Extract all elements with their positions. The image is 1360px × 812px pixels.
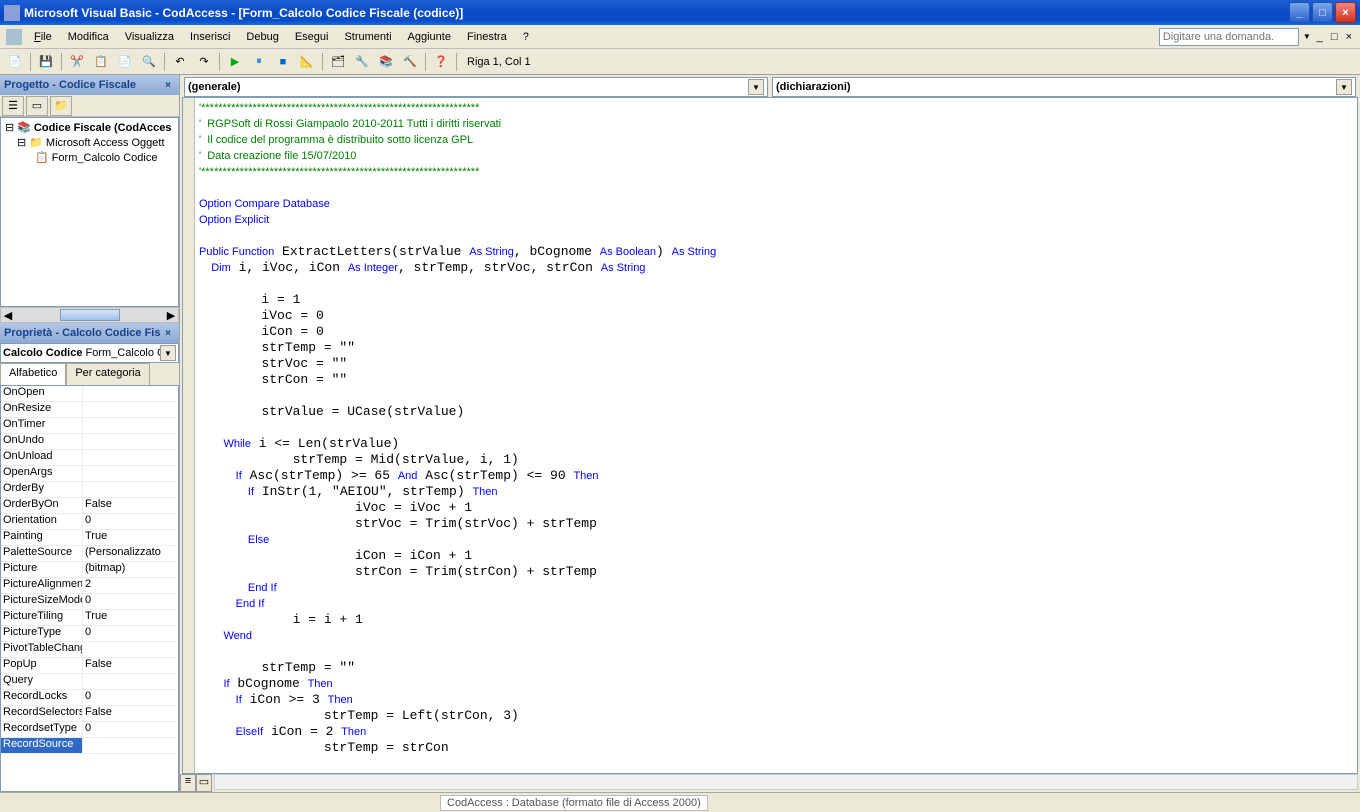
project-tree[interactable]: ⊟📚Codice Fiscale (CodAcces ⊟📁Microsoft A… (0, 117, 179, 307)
project-explorer-button[interactable]: 🗂 (327, 51, 349, 73)
mdi-restore-button[interactable]: _ (1315, 31, 1325, 43)
property-row[interactable]: OnUnload (1, 450, 178, 466)
menu-modifica[interactable]: Modifica (60, 28, 117, 46)
undo-button[interactable]: ↶ (169, 51, 191, 73)
property-row[interactable]: PaintingTrue (1, 530, 178, 546)
menu-esegui[interactable]: Esegui (287, 28, 337, 46)
properties-close-button[interactable]: × (161, 326, 175, 340)
menubar: FFileile Modifica Visualizza Inserisci D… (0, 25, 1360, 49)
object-combo[interactable]: (generale) ▼ (184, 77, 768, 97)
close-button[interactable]: × (1335, 2, 1356, 23)
window-title: Microsoft Visual Basic - CodAccess - [Fo… (24, 6, 1289, 20)
procedure-view-button[interactable]: ▭ (196, 774, 212, 792)
menu-strumenti[interactable]: Strumenti (336, 28, 399, 46)
property-row[interactable]: RecordSelectorsFalse (1, 706, 178, 722)
cut-button[interactable]: ✂️ (66, 51, 88, 73)
property-row[interactable]: PictureAlignmen2 (1, 578, 178, 594)
design-mode-button[interactable]: 📐 (296, 51, 318, 73)
pause-button[interactable]: ⏸ (248, 51, 270, 73)
tab-categoria[interactable]: Per categoria (66, 363, 149, 385)
mdi-close-button[interactable]: × (1344, 31, 1354, 43)
property-row[interactable]: OnResize (1, 402, 178, 418)
tree-root[interactable]: ⊟📚Codice Fiscale (CodAcces (3, 120, 176, 135)
properties-panel-title: Proprietà - Calcolo Codice Fis × (0, 323, 179, 343)
stop-button[interactable]: ■ (272, 51, 294, 73)
toggle-folders-button[interactable]: 📁 (50, 96, 72, 116)
property-row[interactable]: OnTimer (1, 418, 178, 434)
tree-form[interactable]: 📋Form_Calcolo Codice (3, 150, 176, 165)
minimize-button[interactable]: _ (1289, 2, 1310, 23)
tree-folder[interactable]: ⊟📁Microsoft Access Oggett (3, 135, 176, 150)
properties-button[interactable]: 🔧 (351, 51, 373, 73)
chevron-down-icon[interactable]: ▼ (748, 79, 764, 95)
code-editor[interactable]: '***************************************… (182, 97, 1358, 774)
property-row[interactable]: OpenArgs (1, 466, 178, 482)
property-row[interactable]: RecordsetType0 (1, 722, 178, 738)
property-row[interactable]: OnOpen (1, 386, 178, 402)
help-button[interactable]: ❓ (430, 51, 452, 73)
tab-alfabetico[interactable]: Alfabetico (0, 363, 66, 385)
property-row[interactable]: PaletteSource(Personalizzato (1, 546, 178, 562)
redo-button[interactable]: ↷ (193, 51, 215, 73)
view-access-button[interactable]: 📄 (4, 51, 26, 73)
procedure-combo[interactable]: (dichiarazioni) ▼ (772, 77, 1356, 97)
properties-object-combo[interactable]: Calcolo Codice Form_Calcolo C ▼ (0, 343, 179, 363)
paste-button[interactable]: 📄 (114, 51, 136, 73)
properties-grid[interactable]: OnOpenOnResizeOnTimerOnUndoOnUnloadOpenA… (0, 385, 179, 792)
cursor-position: Riga 1, Col 1 (461, 56, 537, 68)
object-browser-button[interactable]: 📚 (375, 51, 397, 73)
project-hscroll[interactable]: ◀ ▶ (0, 307, 179, 323)
access-icon (6, 29, 22, 45)
run-button[interactable]: ▶ (224, 51, 246, 73)
property-row[interactable]: PictureType0 (1, 626, 178, 642)
copy-button[interactable]: 📋 (90, 51, 112, 73)
mdi-max-button[interactable]: □ (1329, 31, 1340, 43)
view-object-button[interactable]: ▭ (26, 96, 48, 116)
property-row[interactable]: PictureSizeMode0 (1, 594, 178, 610)
maximize-button[interactable]: □ (1312, 2, 1333, 23)
menu-finestra[interactable]: Finestra (459, 28, 515, 46)
statusbar: CodAccess : Database (formato file di Ac… (0, 792, 1360, 812)
code-gutter (183, 98, 195, 773)
property-row[interactable]: Picture(bitmap) (1, 562, 178, 578)
property-row[interactable]: OrderBy (1, 482, 178, 498)
property-row[interactable]: RecordLocks0 (1, 690, 178, 706)
property-row[interactable]: PopUpFalse (1, 658, 178, 674)
titlebar: Microsoft Visual Basic - CodAccess - [Fo… (0, 0, 1360, 25)
find-button[interactable]: 🔍 (138, 51, 160, 73)
property-row[interactable]: OnUndo (1, 434, 178, 450)
chevron-down-icon[interactable]: ▼ (160, 345, 176, 361)
view-code-button[interactable]: ☰ (2, 96, 24, 116)
menu-aggiunte[interactable]: Aggiunte (400, 28, 459, 46)
menu-file[interactable]: FFileile (26, 28, 60, 46)
menu-help[interactable]: ? (515, 28, 537, 46)
menu-debug[interactable]: Debug (238, 28, 286, 46)
chevron-down-icon[interactable]: ▼ (1336, 79, 1352, 95)
property-row[interactable]: Query (1, 674, 178, 690)
property-row[interactable]: OrderByOnFalse (1, 498, 178, 514)
save-button[interactable]: 💾 (35, 51, 57, 73)
full-module-view-button[interactable]: ≡ (180, 774, 196, 792)
property-row[interactable]: PictureTilingTrue (1, 610, 178, 626)
project-close-button[interactable]: × (161, 78, 175, 92)
app-icon (4, 5, 20, 21)
menu-visualizza[interactable]: Visualizza (117, 28, 182, 46)
editor-hscroll[interactable] (214, 774, 1358, 790)
status-filename: CodAccess : Database (formato file di Ac… (440, 795, 708, 811)
toolbox-button[interactable]: 🔨 (399, 51, 421, 73)
property-row[interactable]: PivotTableChang (1, 642, 178, 658)
property-row[interactable]: Orientation0 (1, 514, 178, 530)
menu-inserisci[interactable]: Inserisci (182, 28, 238, 46)
search-dropdown-icon[interactable]: ▼ (1303, 32, 1311, 41)
toolbar: 📄 💾 ✂️ 📋 📄 🔍 ↶ ↷ ▶ ⏸ ■ 📐 🗂 🔧 📚 🔨 ❓ Riga … (0, 49, 1360, 75)
search-input[interactable] (1159, 28, 1299, 46)
project-panel-title: Progetto - Codice Fiscale × (0, 75, 179, 95)
property-row[interactable]: RecordSource (1, 738, 178, 754)
